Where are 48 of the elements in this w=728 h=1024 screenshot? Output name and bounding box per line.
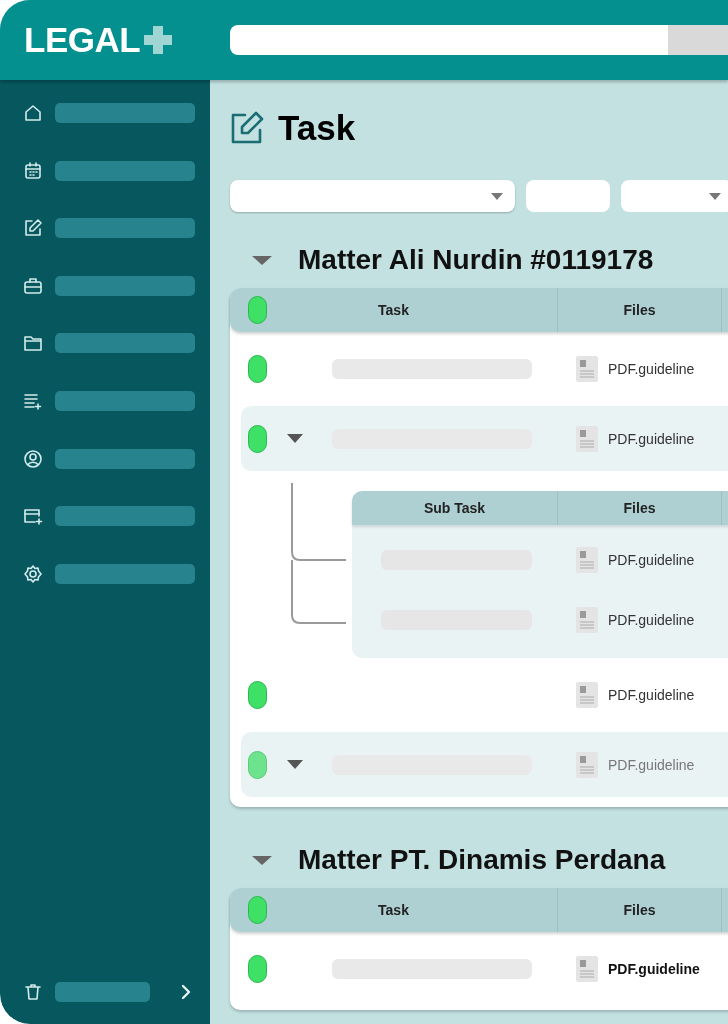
status-pill[interactable] bbox=[248, 681, 267, 709]
file-name[interactable]: PDF.guideline bbox=[608, 430, 695, 447]
caret-icon[interactable] bbox=[287, 760, 303, 769]
trash-icon[interactable] bbox=[23, 982, 43, 1002]
folder-icon[interactable] bbox=[23, 333, 43, 354]
edit-icon[interactable] bbox=[23, 218, 43, 239]
column-header: Sub Task bbox=[423, 500, 486, 516]
briefcase-icon[interactable] bbox=[23, 275, 43, 296]
chevron-icon[interactable] bbox=[181, 984, 191, 1000]
caret-icon bbox=[709, 192, 721, 200]
user-icon[interactable] bbox=[23, 448, 43, 469]
logo-text: LEGAL bbox=[24, 20, 141, 60]
status-pill[interactable] bbox=[248, 355, 267, 383]
caret-icon bbox=[491, 192, 503, 200]
document-icon[interactable] bbox=[576, 956, 598, 982]
caret-icon[interactable] bbox=[287, 434, 303, 443]
column-header: Task bbox=[377, 302, 410, 318]
document-icon[interactable] bbox=[576, 547, 598, 573]
status-pill[interactable] bbox=[248, 955, 267, 983]
file-name[interactable]: PDF.guideline bbox=[608, 687, 695, 703]
document-icon[interactable] bbox=[576, 751, 598, 778]
document-icon[interactable] bbox=[576, 356, 598, 382]
file-name[interactable]: PDF.guideline bbox=[608, 961, 700, 977]
file-name[interactable]: PDF.guideline bbox=[608, 552, 695, 568]
page-title: Task bbox=[278, 108, 356, 148]
file-name[interactable]: PDF.guideline bbox=[608, 361, 695, 377]
status-pill[interactable] bbox=[248, 296, 267, 324]
column-header: Files bbox=[623, 902, 656, 918]
status-pill[interactable] bbox=[248, 896, 267, 924]
plus-icon bbox=[144, 26, 173, 54]
matter-title: Matter PT. Dinamis Perdana bbox=[298, 844, 666, 876]
column-header: Files bbox=[623, 302, 656, 318]
home-icon[interactable] bbox=[23, 103, 43, 123]
settings-icon[interactable] bbox=[23, 563, 43, 584]
document-icon[interactable] bbox=[576, 682, 598, 708]
column-header: Files bbox=[623, 500, 656, 516]
calendar-icon[interactable] bbox=[23, 160, 43, 181]
matter-title: Matter Ali Nurdin #0119178 bbox=[298, 244, 654, 276]
search-field[interactable] bbox=[230, 25, 668, 55]
file-name[interactable]: PDF.guideline bbox=[608, 612, 695, 628]
input-field[interactable] bbox=[526, 180, 610, 212]
edit-icon bbox=[230, 111, 264, 145]
card-icon[interactable] bbox=[23, 506, 43, 527]
document-icon[interactable] bbox=[576, 607, 598, 633]
column-header: Task bbox=[377, 902, 410, 918]
status-pill[interactable] bbox=[248, 424, 267, 453]
document-icon[interactable] bbox=[576, 425, 598, 452]
task-row[interactable]: PDF.guideline bbox=[241, 406, 728, 471]
